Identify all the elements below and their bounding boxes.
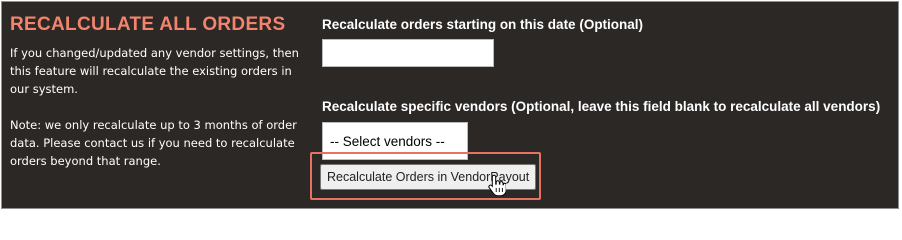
vendor-select-value: -- Select vendors -- [330, 133, 445, 149]
hand-pointer-icon [488, 174, 506, 196]
section-note: Note: we only recalculate up to 3 months… [10, 118, 297, 168]
vendors-field-label: Recalculate specific vendors (Optional, … [322, 99, 881, 114]
start-date-input[interactable] [322, 39, 494, 67]
info-column: RECALCULATE ALL ORDERS If you changed/up… [10, 14, 310, 170]
recalculate-orders-panel: RECALCULATE ALL ORDERS If you changed/up… [1, 1, 899, 209]
section-title: RECALCULATE ALL ORDERS [10, 14, 286, 35]
section-description: If you changed/updated any vendor settin… [10, 46, 299, 96]
date-field-label: Recalculate orders starting on this date… [322, 17, 644, 32]
form-column: Recalculate orders starting on this date… [310, 16, 892, 200]
button-highlight-frame: Recalculate Orders in VendorPayout [310, 152, 541, 200]
